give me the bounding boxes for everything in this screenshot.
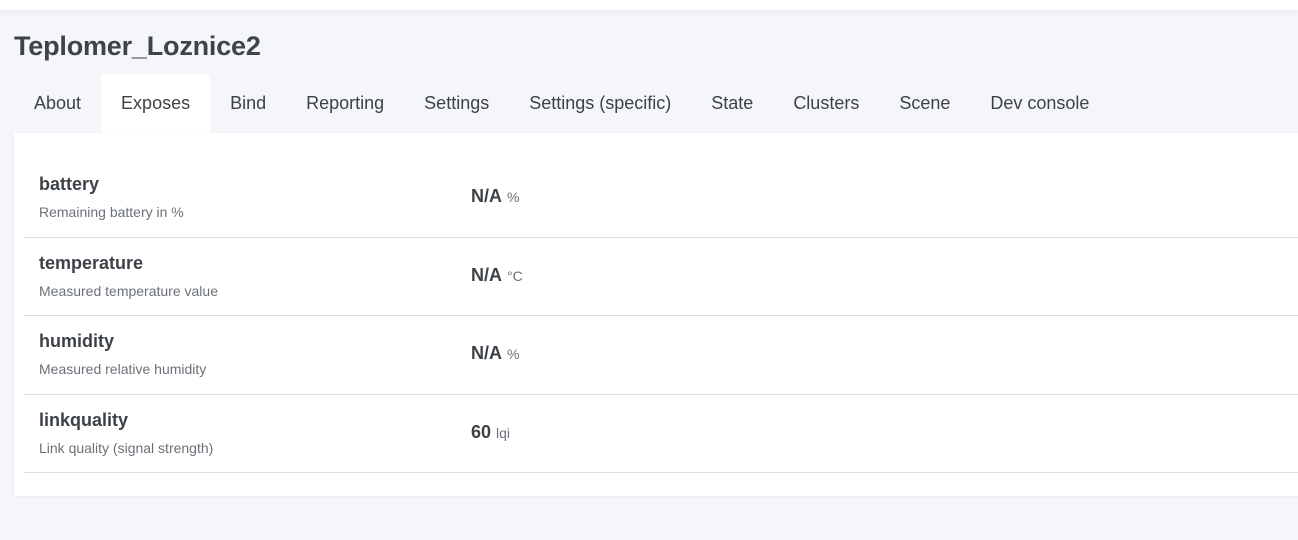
expose-description: Remaining battery in % [39, 204, 184, 220]
expose-row-linkquality: linkquality Link quality (signal strengt… [24, 395, 1298, 473]
expose-unit: °C [507, 267, 523, 284]
expose-description: Link quality (signal strength) [39, 439, 214, 456]
device-tabs: About Exposes Bind Reporting Settings Se… [14, 74, 1109, 133]
expose-description: Measured relative humidity [39, 361, 207, 377]
tab-scene[interactable]: Scene [879, 74, 970, 133]
expose-value: N/A [471, 343, 502, 363]
expose-name: temperature [39, 252, 144, 273]
tab-reporting[interactable]: Reporting [286, 74, 404, 133]
expose-row-humidity: humidity Measured relative humidity N/A … [24, 316, 1298, 395]
expose-name: linkquality [39, 409, 129, 430]
top-navbar [0, 0, 1298, 10]
expose-unit: lqi [496, 424, 511, 441]
tab-state[interactable]: State [691, 74, 773, 133]
expose-row-battery: battery Remaining battery in % N/A % [24, 159, 1298, 238]
expose-reading: N/A % [471, 186, 519, 207]
tab-clusters[interactable]: Clusters [773, 74, 879, 133]
expose-value: 60 [471, 421, 492, 442]
expose-reading: 60 lqi [471, 422, 510, 443]
expose-name: battery [39, 174, 100, 194]
exposes-list: battery Remaining battery in % N/A % tem… [24, 159, 1298, 473]
expose-description: Measured temperature value [39, 282, 218, 299]
tab-dev-console[interactable]: Dev console [970, 74, 1109, 133]
exposes-card: battery Remaining battery in % N/A % tem… [14, 133, 1298, 496]
expose-value: N/A [471, 264, 502, 285]
expose-reading: N/A % [471, 343, 519, 364]
expose-unit: % [507, 346, 520, 362]
expose-unit: % [507, 189, 520, 205]
expose-name: humidity [39, 331, 114, 351]
tab-exposes[interactable]: Exposes [101, 74, 211, 133]
tab-bind[interactable]: Bind [210, 74, 286, 133]
expose-row-temperature: temperature Measured temperature value N… [24, 238, 1298, 316]
expose-reading: N/A °C [471, 265, 523, 286]
tab-about[interactable]: About [14, 74, 101, 133]
tab-settings[interactable]: Settings [404, 74, 509, 133]
expose-value: N/A [471, 186, 502, 206]
page-title: Teplomer_Loznice2 [14, 31, 261, 61]
tab-settings-specific[interactable]: Settings (specific) [509, 74, 691, 133]
